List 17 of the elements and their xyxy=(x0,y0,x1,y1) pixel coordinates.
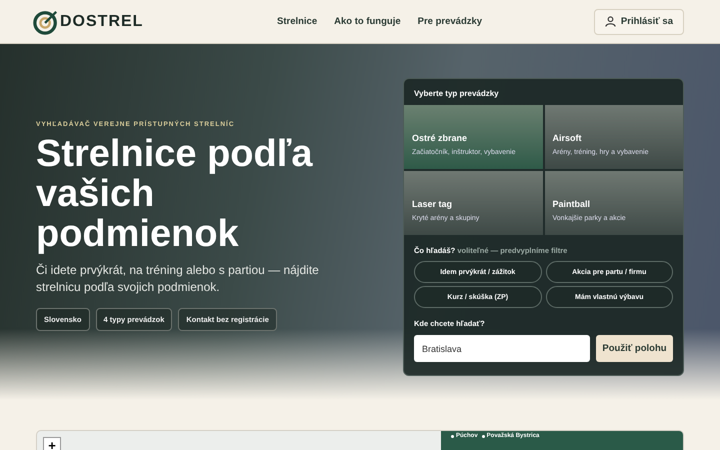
nav-link[interactable]: Strelnice xyxy=(277,16,318,27)
login-button[interactable]: Prihlásiť sa xyxy=(594,8,684,34)
logo-text[interactable]: DOSTREL xyxy=(60,12,144,30)
zoom-in-button[interactable]: + xyxy=(43,437,61,450)
hero-subtitle: Či idete prvýkrát, na tréning alebo s partiou — nájdite strelnicu podľa svojich podmienok. xyxy=(36,262,320,296)
target-logo-icon xyxy=(33,8,59,34)
use-location-button[interactable]: Použiť polohu xyxy=(596,335,673,362)
hero-title: Strelnice podľa vašich podmienok xyxy=(36,134,314,254)
venue-type-name: Laser tag xyxy=(412,199,454,209)
user-icon xyxy=(604,16,616,27)
nav-link[interactable]: Ako to funguje xyxy=(334,16,401,27)
panel-title: Vyberte typ prevádzky xyxy=(413,88,500,100)
nav-link[interactable]: Pre prevádzky xyxy=(418,16,482,27)
location-input-field[interactable]: Bratislava xyxy=(414,335,590,362)
venue-type-name: Ostré zbrane xyxy=(412,133,468,143)
venue-type-name: Airsoft xyxy=(552,133,582,143)
venue-type-name: Paintball xyxy=(552,199,592,209)
